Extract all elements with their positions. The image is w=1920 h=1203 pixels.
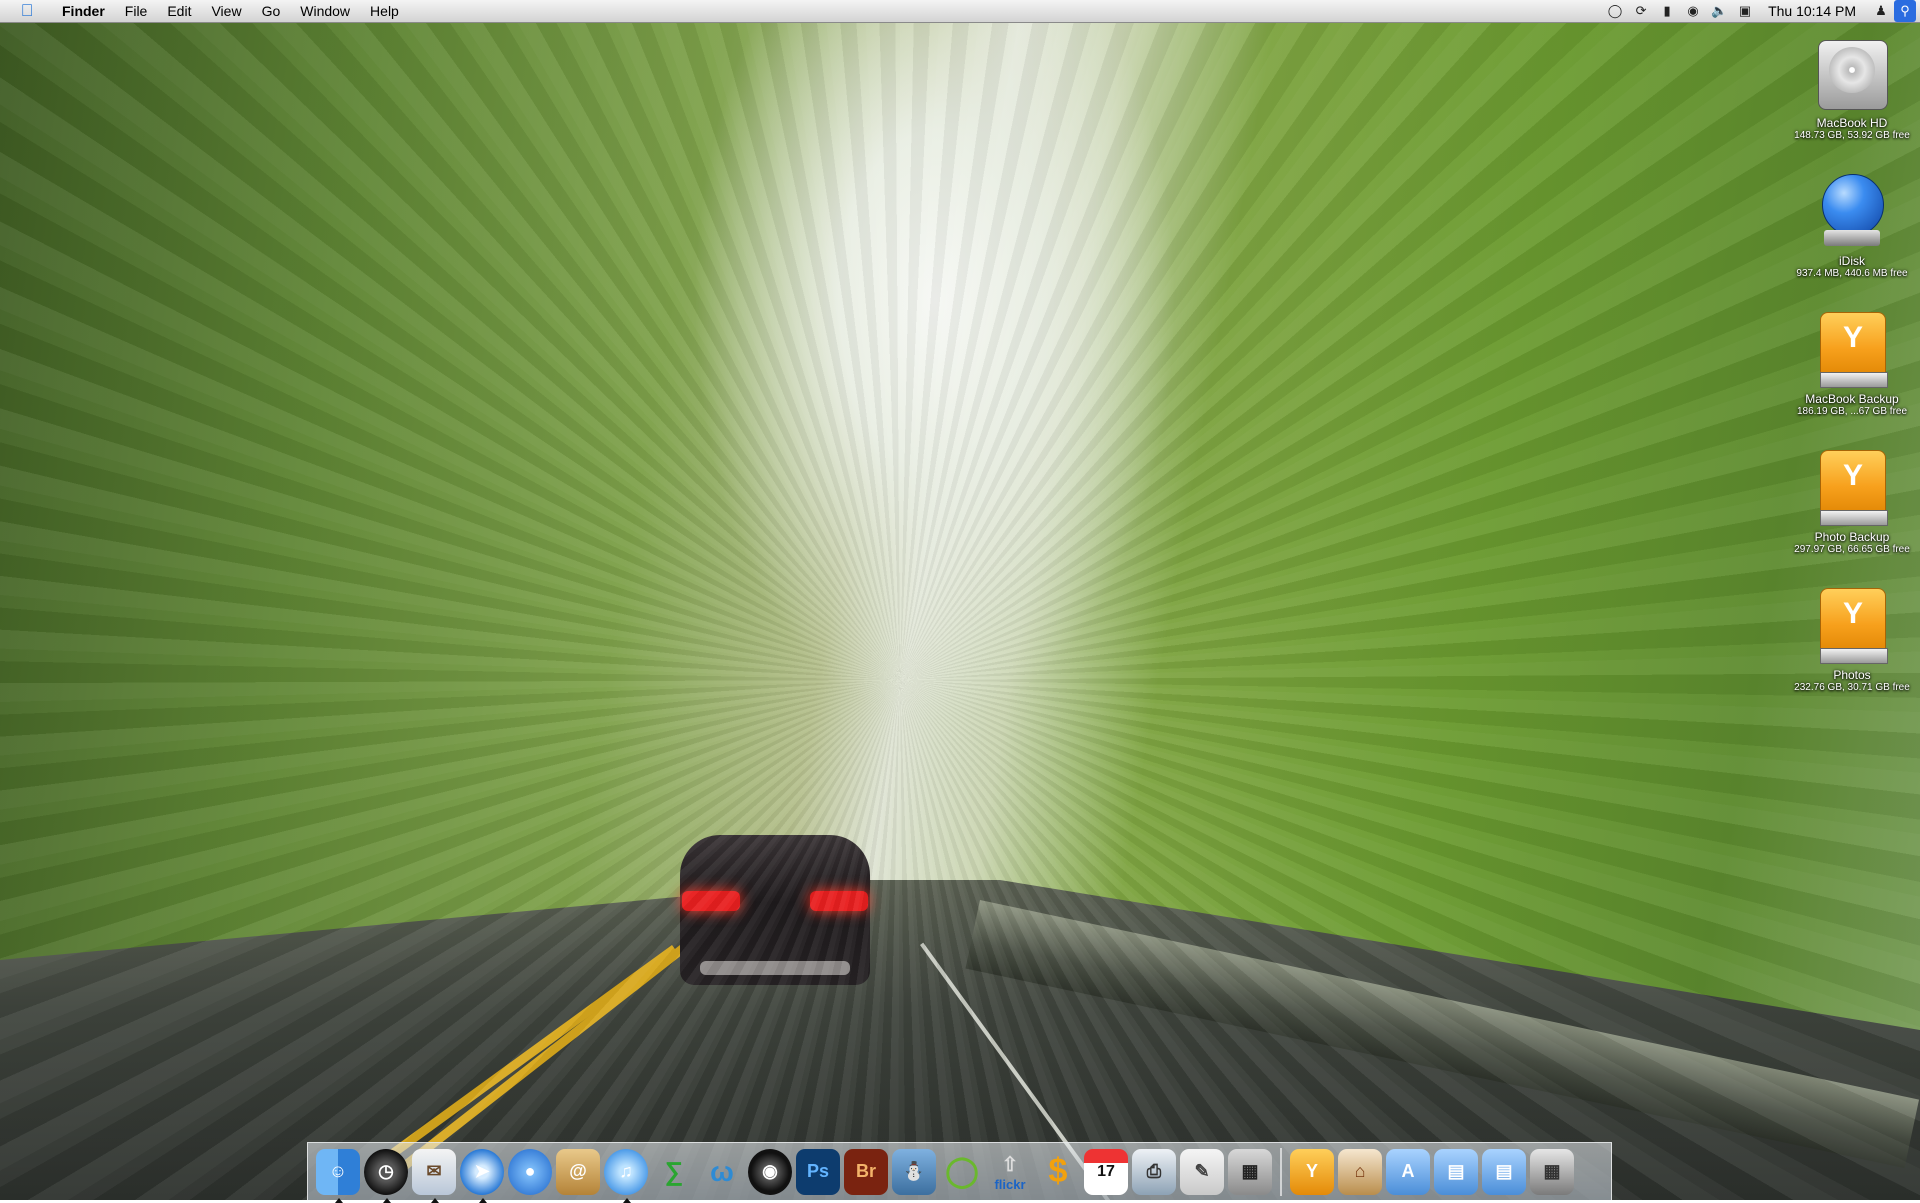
volume-icon[interactable]: 🔈 xyxy=(1706,3,1732,19)
desktop-icon-info: 148.73 GB, 53.92 GB free xyxy=(1794,130,1910,141)
desktop-icon-photos[interactable]: Photos 232.76 GB, 30.71 GB free xyxy=(1790,584,1914,693)
dock-home-icon[interactable]: ⌂ xyxy=(1338,1148,1382,1195)
desktop-icon-label: iDisk xyxy=(1839,254,1865,268)
menu-clock[interactable]: Thu 10:14 PM xyxy=(1758,3,1868,19)
dock-itunes-icon[interactable]: ♫ xyxy=(604,1148,648,1203)
wifi-icon[interactable]: ◉ xyxy=(1680,3,1706,19)
road-stripe xyxy=(396,945,686,1174)
desktop-wallpaper xyxy=(0,0,1920,1200)
dock-wordpress-icon[interactable]: ω xyxy=(700,1149,744,1195)
firewire-drive-icon xyxy=(1814,446,1890,526)
desktop-icon-photo-backup[interactable]: Photo Backup 297.97 GB, 66.65 GB free xyxy=(1790,446,1914,555)
road-stripe xyxy=(380,945,678,1164)
dock-safari-icon[interactable]: ➤ xyxy=(460,1148,504,1203)
menu-edit[interactable]: Edit xyxy=(157,0,201,22)
firewire-drive-icon xyxy=(1814,584,1890,664)
menu-extras: ◯ ⟳ ▮ ◉ 🔈 ▣ Thu 10:14 PM ♟ ⚲ xyxy=(1602,0,1920,22)
dock-finder-icon[interactable]: ☺ xyxy=(316,1148,360,1203)
desktop-icon-info: 297.97 GB, 66.65 GB free xyxy=(1794,544,1910,555)
desktop-icon-info: 232.76 GB, 30.71 GB free xyxy=(1794,682,1910,693)
apple-menu-icon[interactable]:  xyxy=(14,1,40,21)
dock-textedit-icon[interactable]: ✎ xyxy=(1180,1148,1224,1195)
desktop-icon-label: MacBook Backup xyxy=(1805,392,1899,406)
battery-icon[interactable]: ▮ xyxy=(1654,3,1680,19)
dock-preview-icon[interactable]: ⛄ xyxy=(892,1148,936,1195)
dock-ichat-icon[interactable]: ● xyxy=(508,1148,552,1195)
dock-flickr-icon[interactable]: ⇧ flickr xyxy=(988,1149,1032,1195)
dock-photoshop-icon[interactable]: Ps xyxy=(796,1148,840,1195)
time-machine-icon[interactable]: ◯ xyxy=(1602,3,1628,19)
desktop-icon-label: Photo Backup xyxy=(1814,530,1890,544)
dock-aperture-icon[interactable]: ◉ xyxy=(748,1148,792,1195)
dock-ical-icon[interactable]: 17 xyxy=(1084,1148,1128,1195)
menu-window[interactable]: Window xyxy=(290,0,360,22)
menu-help[interactable]: Help xyxy=(360,0,409,22)
idisk-icon xyxy=(1814,170,1890,250)
desktop-icon-idisk[interactable]: iDisk 937.4 MB, 440.6 MB free xyxy=(1790,170,1914,279)
desktop-icon-label: MacBook HD xyxy=(1816,116,1888,130)
dock-bridge-icon[interactable]: Br xyxy=(844,1148,888,1195)
user-icon[interactable]: ♟ xyxy=(1868,3,1894,19)
dock-mail-icon[interactable]: ✉ xyxy=(412,1148,456,1203)
desktop-icon-label: Photos xyxy=(1833,668,1871,682)
dock: ☺ ◷ ✉ ➤ ● @ ♫ ∑ ω ◉ Ps Br ⛄ ◯ ⇧ flickr $… xyxy=(307,1142,1612,1203)
dock-separator xyxy=(1280,1147,1282,1196)
desktop-icon-macbook-backup[interactable]: MacBook Backup 186.19 GB, ...67 GB free xyxy=(1790,308,1914,417)
menu-finder[interactable]: Finder xyxy=(52,0,115,22)
dock-spaces-icon[interactable]: ∑ xyxy=(652,1149,696,1195)
dock-trash-icon[interactable]: ▦ xyxy=(1530,1148,1574,1195)
guard-rail xyxy=(965,900,1920,1169)
menu-file[interactable]: File xyxy=(115,0,158,22)
menu-view[interactable]: View xyxy=(201,0,251,22)
desktop-icon-info: 937.4 MB, 440.6 MB free xyxy=(1796,268,1908,279)
dock-calculator-icon[interactable]: ▦ xyxy=(1228,1148,1272,1195)
dock-applications-icon[interactable]: A xyxy=(1386,1148,1430,1195)
dock-money-icon[interactable]: $ xyxy=(1036,1149,1080,1195)
dock-adium-icon[interactable]: ◯ xyxy=(940,1149,984,1195)
menu-go[interactable]: Go xyxy=(252,0,291,22)
spotlight-icon[interactable]: ⚲ xyxy=(1894,0,1916,22)
desktop-icon-info: 186.19 GB, ...67 GB free xyxy=(1796,406,1908,417)
tail-light xyxy=(682,891,740,911)
dock-dashboard-icon[interactable]: ◷ xyxy=(364,1148,408,1203)
desktop-icon-macbook-hd[interactable]: MacBook HD 148.73 GB, 53.92 GB free xyxy=(1790,32,1914,141)
dock-printer-icon[interactable]: ⎙ xyxy=(1132,1148,1176,1195)
dock-firewire-drive-icon[interactable]: Y xyxy=(1290,1148,1334,1195)
menu-bar:  Finder File Edit View Go Window Help ◯… xyxy=(0,0,1920,23)
flickr-label: flickr xyxy=(994,1176,1026,1192)
sync-icon[interactable]: ⟳ xyxy=(1628,3,1654,19)
dock-documents-icon[interactable]: ▤ xyxy=(1434,1148,1478,1195)
car-bumper xyxy=(700,961,850,975)
display-icon[interactable]: ▣ xyxy=(1732,3,1758,19)
car xyxy=(680,835,870,985)
dock-address-book-icon[interactable]: @ xyxy=(556,1148,600,1195)
tail-light xyxy=(810,891,868,911)
hard-drive-icon xyxy=(1814,32,1890,112)
dock-downloads-icon[interactable]: ▤ xyxy=(1482,1148,1526,1195)
flickr-arrow-icon: ⇧ xyxy=(1001,1153,1019,1176)
firewire-drive-icon xyxy=(1814,308,1890,388)
